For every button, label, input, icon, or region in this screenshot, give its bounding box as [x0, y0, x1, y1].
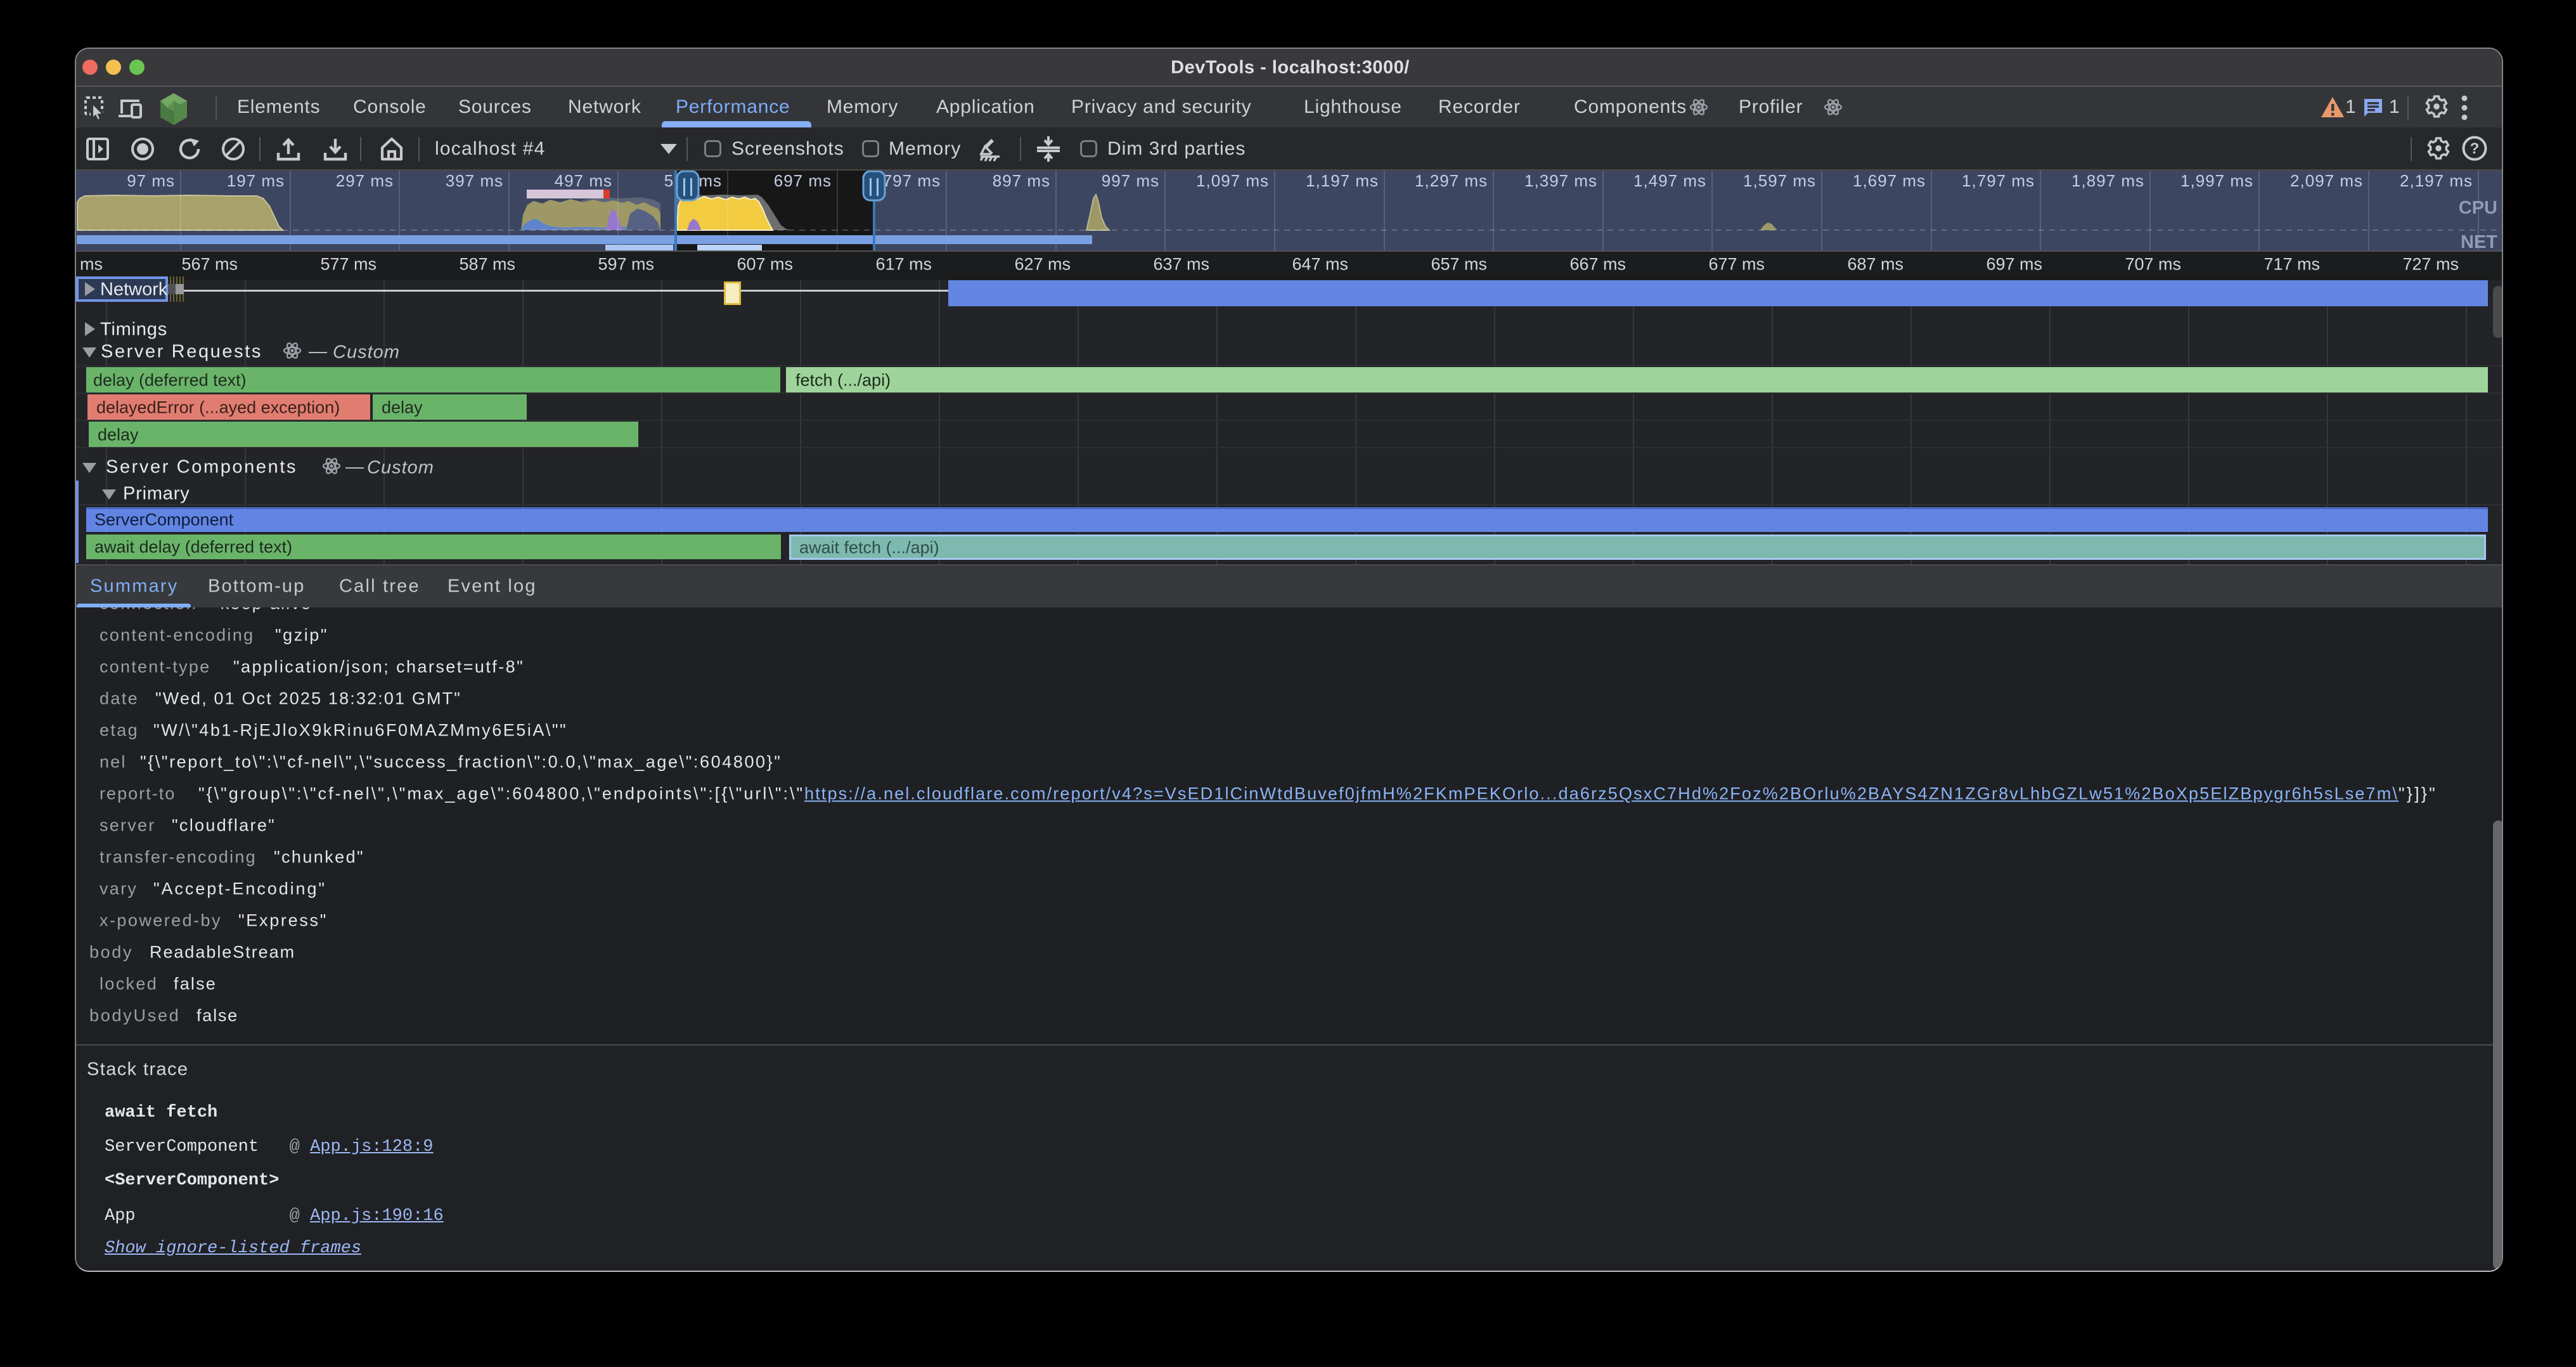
- svg-text:NET: NET: [2461, 232, 2497, 252]
- svg-text:2,097 ms: 2,097 ms: [2290, 171, 2363, 190]
- svg-text:397 ms: 397 ms: [446, 171, 503, 190]
- svg-text:997 ms: 997 ms: [1102, 171, 1159, 190]
- svg-text:1,997 ms: 1,997 ms: [2180, 171, 2253, 190]
- svg-text:1,197 ms: 1,197 ms: [1306, 171, 1379, 190]
- svg-text:1,797 ms: 1,797 ms: [1962, 171, 2035, 190]
- svg-text:1,397 ms: 1,397 ms: [1524, 171, 1597, 190]
- svg-text:1,497 ms: 1,497 ms: [1633, 171, 1706, 190]
- svg-text:197 ms: 197 ms: [227, 171, 285, 190]
- svg-text:1,897 ms: 1,897 ms: [2071, 171, 2144, 190]
- svg-text:897 ms: 897 ms: [993, 171, 1050, 190]
- svg-text:?: ?: [2470, 140, 2480, 157]
- svg-text:97 ms: 97 ms: [127, 171, 175, 190]
- svg-text:CPU: CPU: [2459, 198, 2497, 218]
- svg-text:2,197 ms: 2,197 ms: [2400, 171, 2473, 190]
- svg-text:797 ms: 797 ms: [883, 171, 941, 190]
- svg-text:297 ms: 297 ms: [336, 171, 394, 190]
- svg-text:1,297 ms: 1,297 ms: [1415, 171, 1488, 190]
- svg-text:497 ms: 497 ms: [555, 171, 612, 190]
- svg-text:697 ms: 697 ms: [774, 171, 832, 190]
- svg-text:1,097 ms: 1,097 ms: [1196, 171, 1269, 190]
- svg-text:1,597 ms: 1,597 ms: [1743, 171, 1816, 190]
- svg-text:1,697 ms: 1,697 ms: [1853, 171, 1926, 190]
